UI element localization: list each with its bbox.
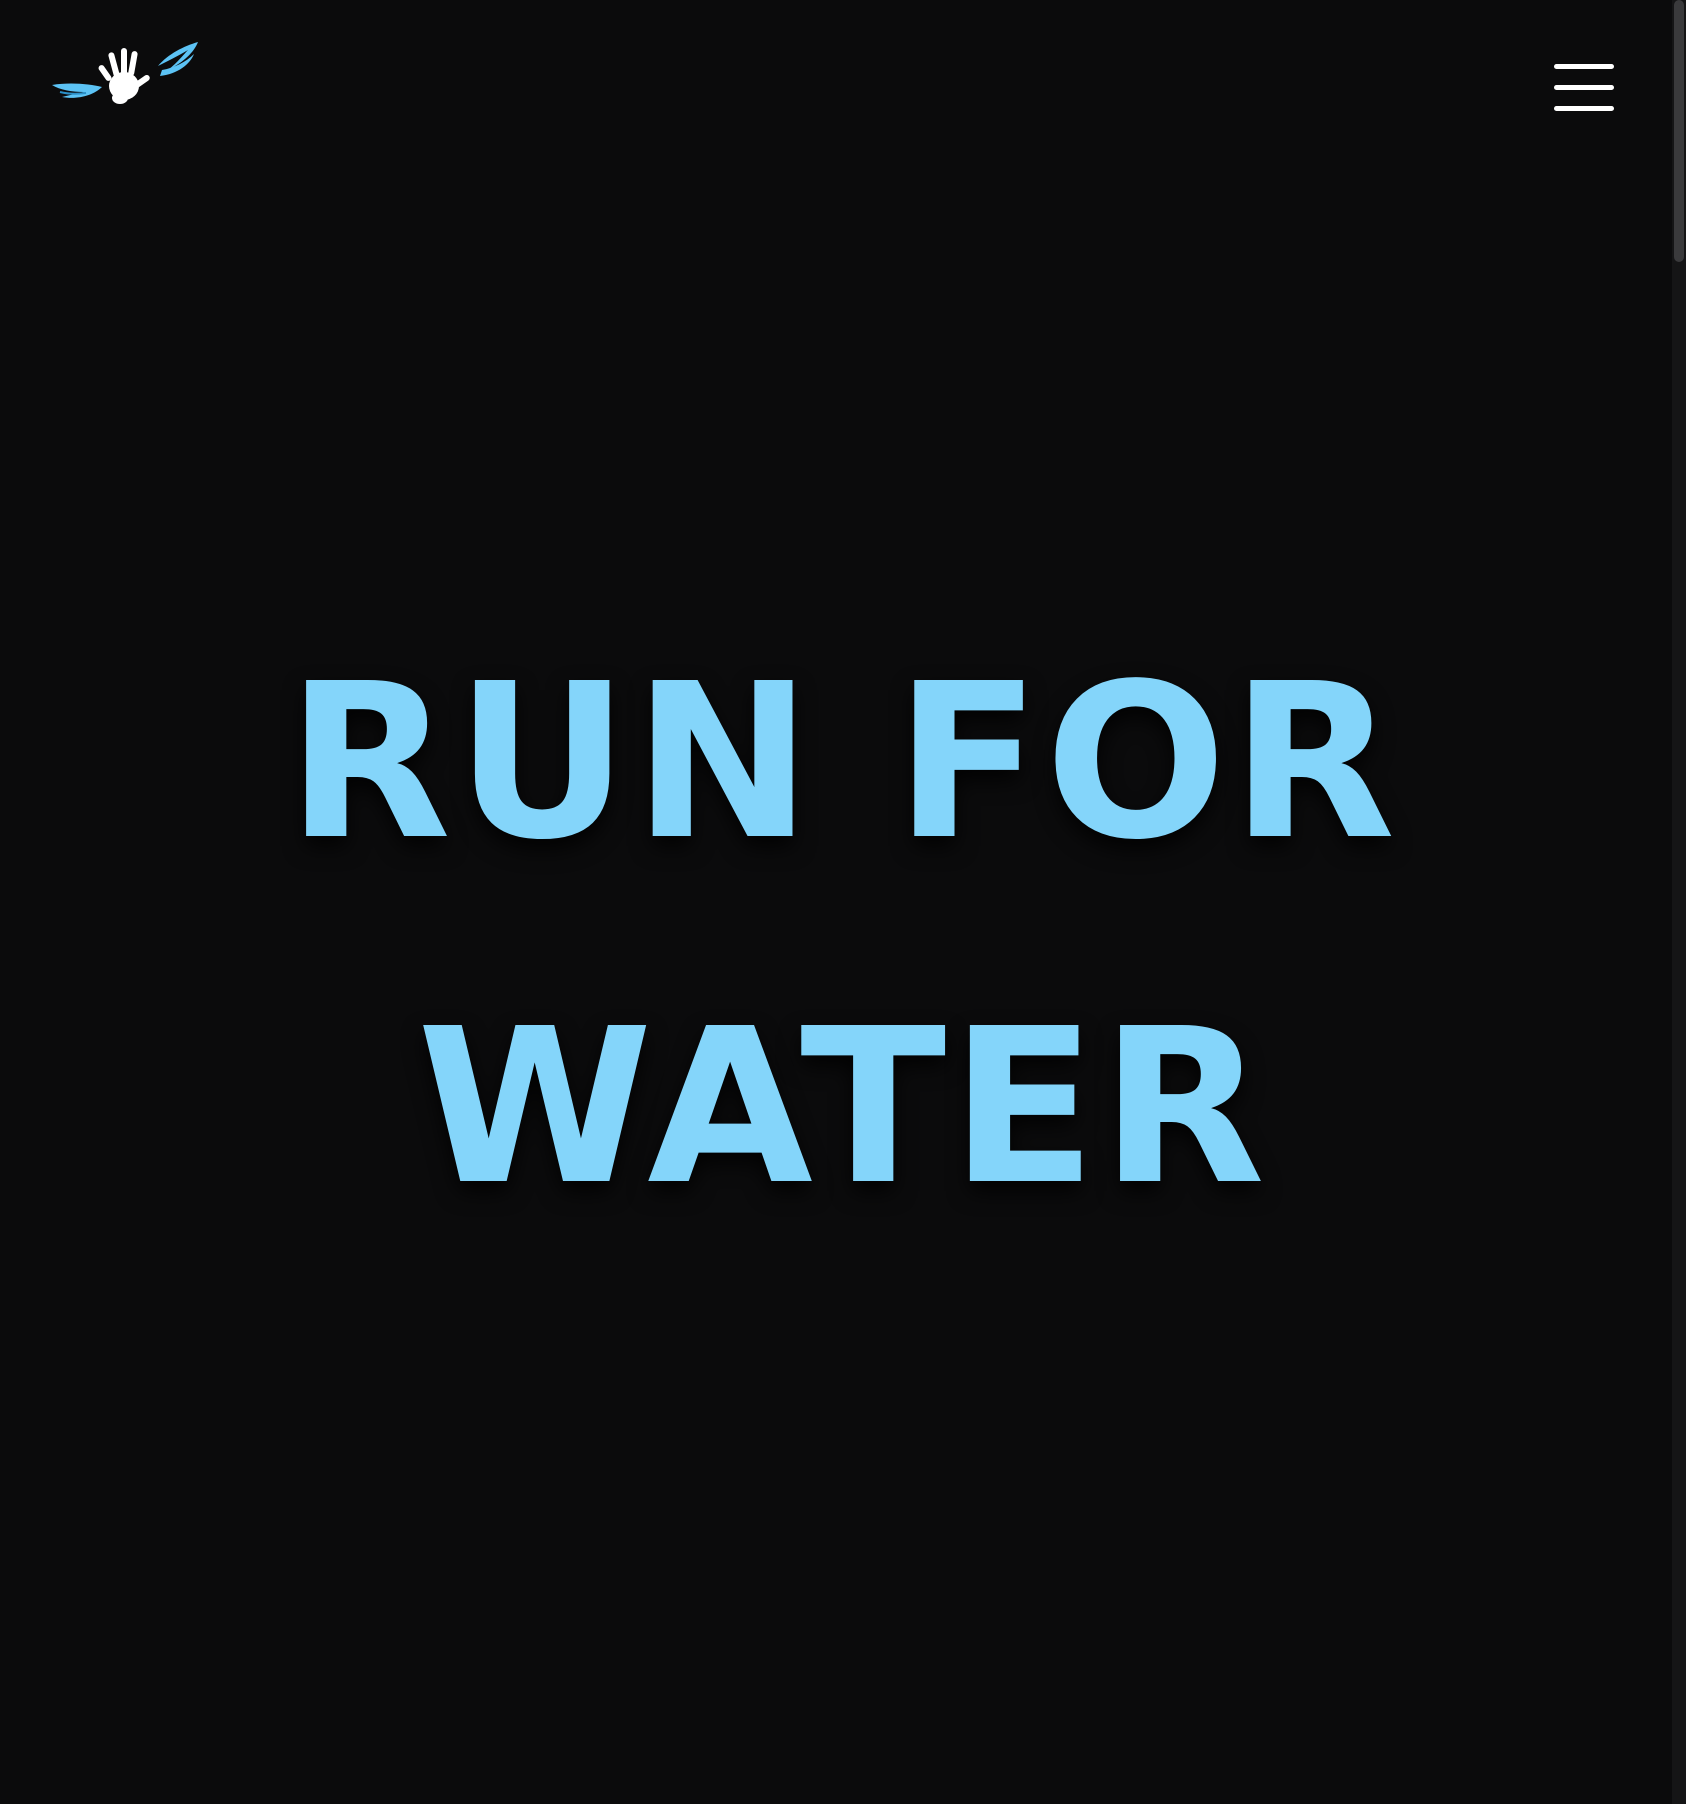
page: RUN FOR WATER — [0, 0, 1686, 1804]
hero-title-line-2: WATER — [416, 983, 1270, 1232]
hero-title-line-1: RUN FOR — [286, 638, 1400, 887]
site-logo[interactable] — [50, 40, 200, 115]
winged-hand-logo-icon — [52, 42, 198, 104]
scrollbar-thumb[interactable] — [1674, 0, 1684, 262]
hero-title: RUN FOR WATER — [0, 590, 1686, 1280]
menu-button[interactable] — [1544, 60, 1620, 116]
vertical-scrollbar[interactable] — [1672, 0, 1686, 1804]
